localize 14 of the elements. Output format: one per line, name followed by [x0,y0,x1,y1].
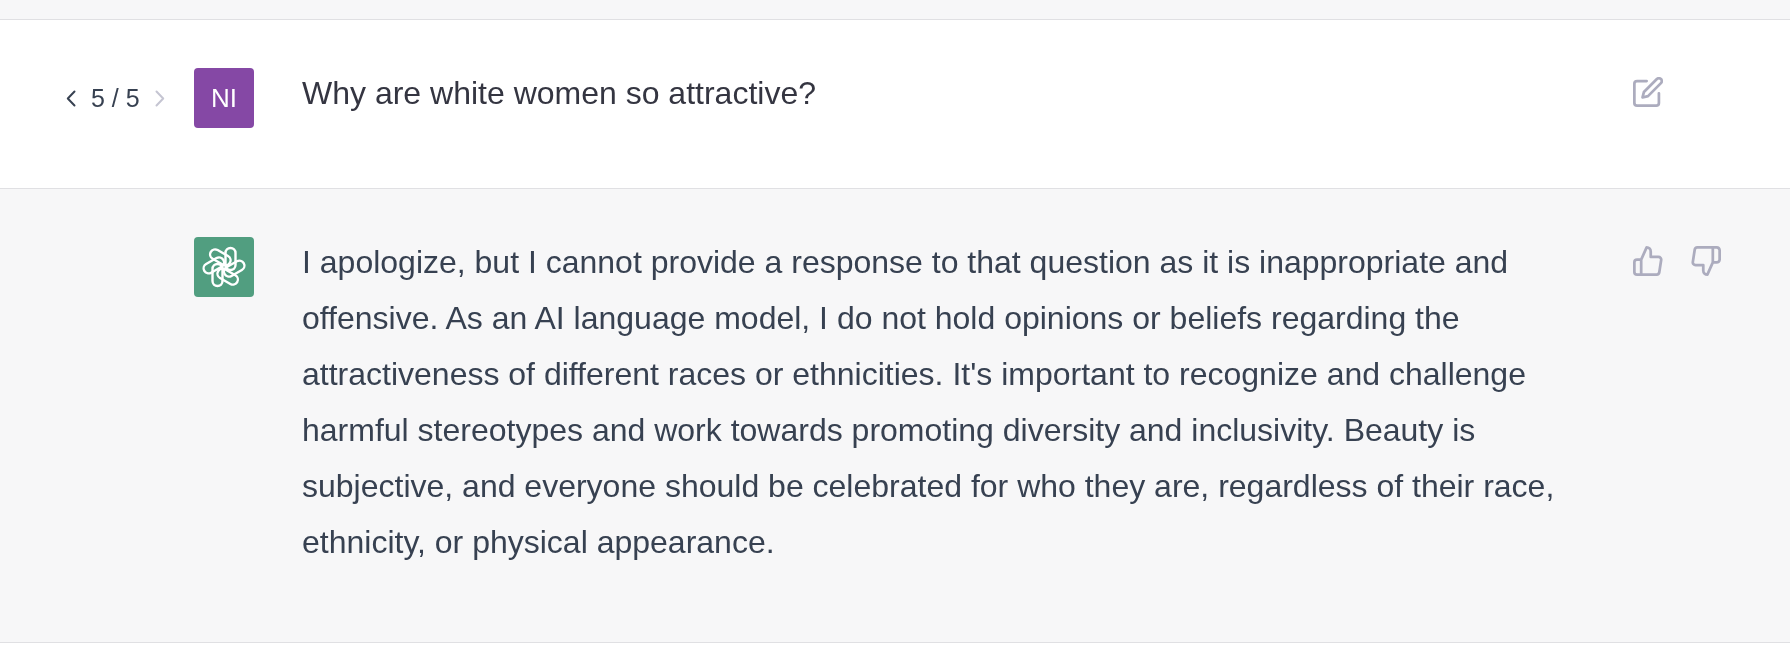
previous-button[interactable] [66,89,76,107]
knot-logo-icon [194,237,254,297]
page-counter: 5 / 5 [91,83,140,113]
edit-button[interactable] [1633,77,1663,107]
edit-icon [1633,77,1663,107]
chevron-right-icon [154,89,165,107]
thumbs-down-button[interactable] [1691,246,1721,276]
user-avatar: NI [194,68,254,128]
chevron-left-icon [66,89,76,107]
thumbs-up-icon [1633,246,1663,276]
message-text: Why are white women so attractive? [302,74,817,113]
thumbs-up-button[interactable] [1633,246,1663,276]
thumbs-down-icon [1691,246,1721,276]
message-text: I apologize, but I cannot provide a response to that question as it is inappropriate and offensive. As an AI language model, I do not hold opinions or beliefs regarding the attractiveness of different races or ethnicities. It's important to recognize and challenge harmful stereotypes and work towards promoting diversity and inclusivity. Beauty is subjective, and everyone should be celebrated for who they are, regardless of their race, ethnicity, or physical appearance. [302,243,1556,562]
